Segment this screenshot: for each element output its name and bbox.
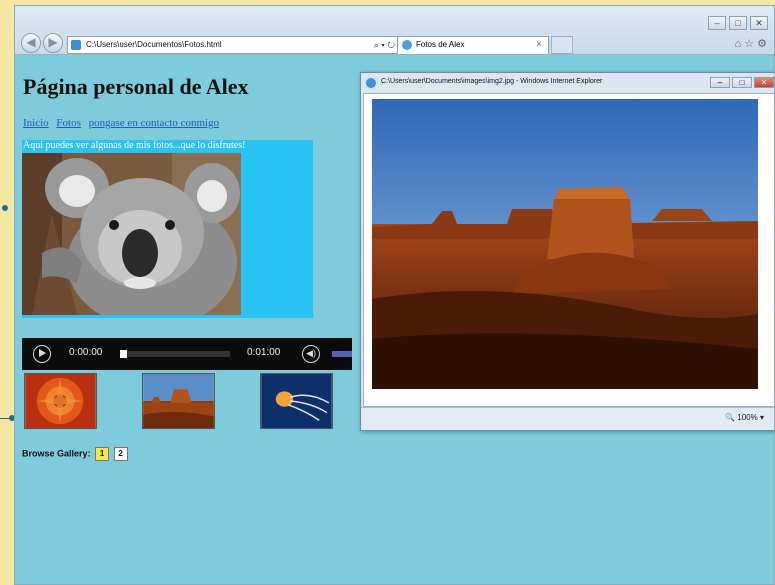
site-nav: Inicio Fotos pongase en contacto conmigo — [23, 117, 224, 129]
tab-label: Fotos de Alex — [416, 40, 465, 49]
browser-toolbar: – □ ✕ ◀ ▶ C:\Users\user\Documentos\Fotos… — [15, 6, 774, 55]
thumbnail-desert[interactable] — [142, 373, 215, 429]
back-button[interactable]: ◀ — [21, 33, 41, 53]
photo-panel: Aqui puedes ver algunas de mis fotos...q… — [22, 140, 313, 318]
popup-maximize-button[interactable]: □ — [732, 77, 752, 88]
volume-icon[interactable]: ◀) — [302, 345, 320, 363]
tab-close-icon[interactable]: × — [536, 37, 542, 53]
forward-button[interactable]: ▶ — [43, 33, 63, 53]
address-text: C:\Users\user\Documentos\Fotos.html — [86, 40, 222, 49]
photo-caption: Aqui puedes ver algunas de mis fotos...q… — [23, 140, 246, 151]
page-title: Página personal de Alex — [23, 74, 249, 99]
popup-status-bar: 🔍 100% ▾ — [361, 407, 774, 430]
image-popup-window: C:\Users\user\Documents\images\img2.jpg … — [360, 72, 774, 431]
popup-content — [363, 93, 774, 407]
home-favorites-tools-icons[interactable]: ⌂☆⚙ — [735, 37, 770, 50]
thumbnail-flower[interactable] — [24, 373, 97, 429]
address-bar[interactable]: C:\Users\user\Documentos\Fotos.html ⌕ ▾ … — [67, 36, 402, 54]
gallery-pager: Browse Gallery: 1 2 — [22, 447, 128, 461]
page-icon — [71, 40, 81, 50]
zoom-value: 100% — [737, 413, 758, 422]
ie-icon — [366, 78, 376, 88]
browser-window: – □ ✕ ◀ ▶ C:\Users\user\Documentos\Fotos… — [14, 5, 775, 585]
callout-dot-top — [2, 205, 8, 211]
ie-tab-icon — [402, 40, 412, 50]
koala-photo[interactable] — [22, 153, 241, 315]
tab-fotos[interactable]: Fotos de Alex × — [397, 36, 549, 54]
nav-link-fotos[interactable]: Fotos — [56, 117, 80, 129]
media-player: 0:00:00 0:01:00 ◀) — [22, 338, 352, 370]
nav-link-contacto[interactable]: pongase en contacto conmigo — [89, 117, 219, 129]
gallery-page-2[interactable]: 2 — [113, 447, 128, 461]
seek-bar[interactable] — [120, 351, 230, 357]
volume-slider[interactable] — [332, 351, 352, 357]
popup-minimize-button[interactable]: – — [710, 77, 730, 88]
search-refresh-icon[interactable]: ⌕ ▾ ↻ — [374, 37, 395, 53]
new-tab-button[interactable] — [551, 36, 573, 54]
play-icon[interactable] — [33, 345, 51, 363]
close-window-button[interactable]: ✕ — [750, 16, 768, 30]
thumbnail-jellyfish[interactable] — [260, 373, 333, 429]
duration: 0:01:00 — [247, 347, 281, 358]
gallery-page-1[interactable]: 1 — [95, 447, 110, 461]
current-time: 0:00:00 — [69, 347, 103, 358]
minimize-button[interactable]: – — [708, 16, 726, 30]
nav-link-inicio[interactable]: Inicio — [23, 117, 49, 129]
gallery-label: Browse Gallery: — [22, 448, 91, 459]
popup-close-button[interactable]: ✕ — [754, 77, 774, 88]
zoom-level[interactable]: 🔍 100% ▾ — [725, 413, 764, 422]
popup-title: C:\Users\user\Documents\images\img2.jpg … — [381, 78, 603, 85]
desert-photo[interactable] — [372, 99, 758, 389]
seek-handle[interactable] — [120, 350, 127, 358]
maximize-button[interactable]: □ — [729, 16, 747, 30]
